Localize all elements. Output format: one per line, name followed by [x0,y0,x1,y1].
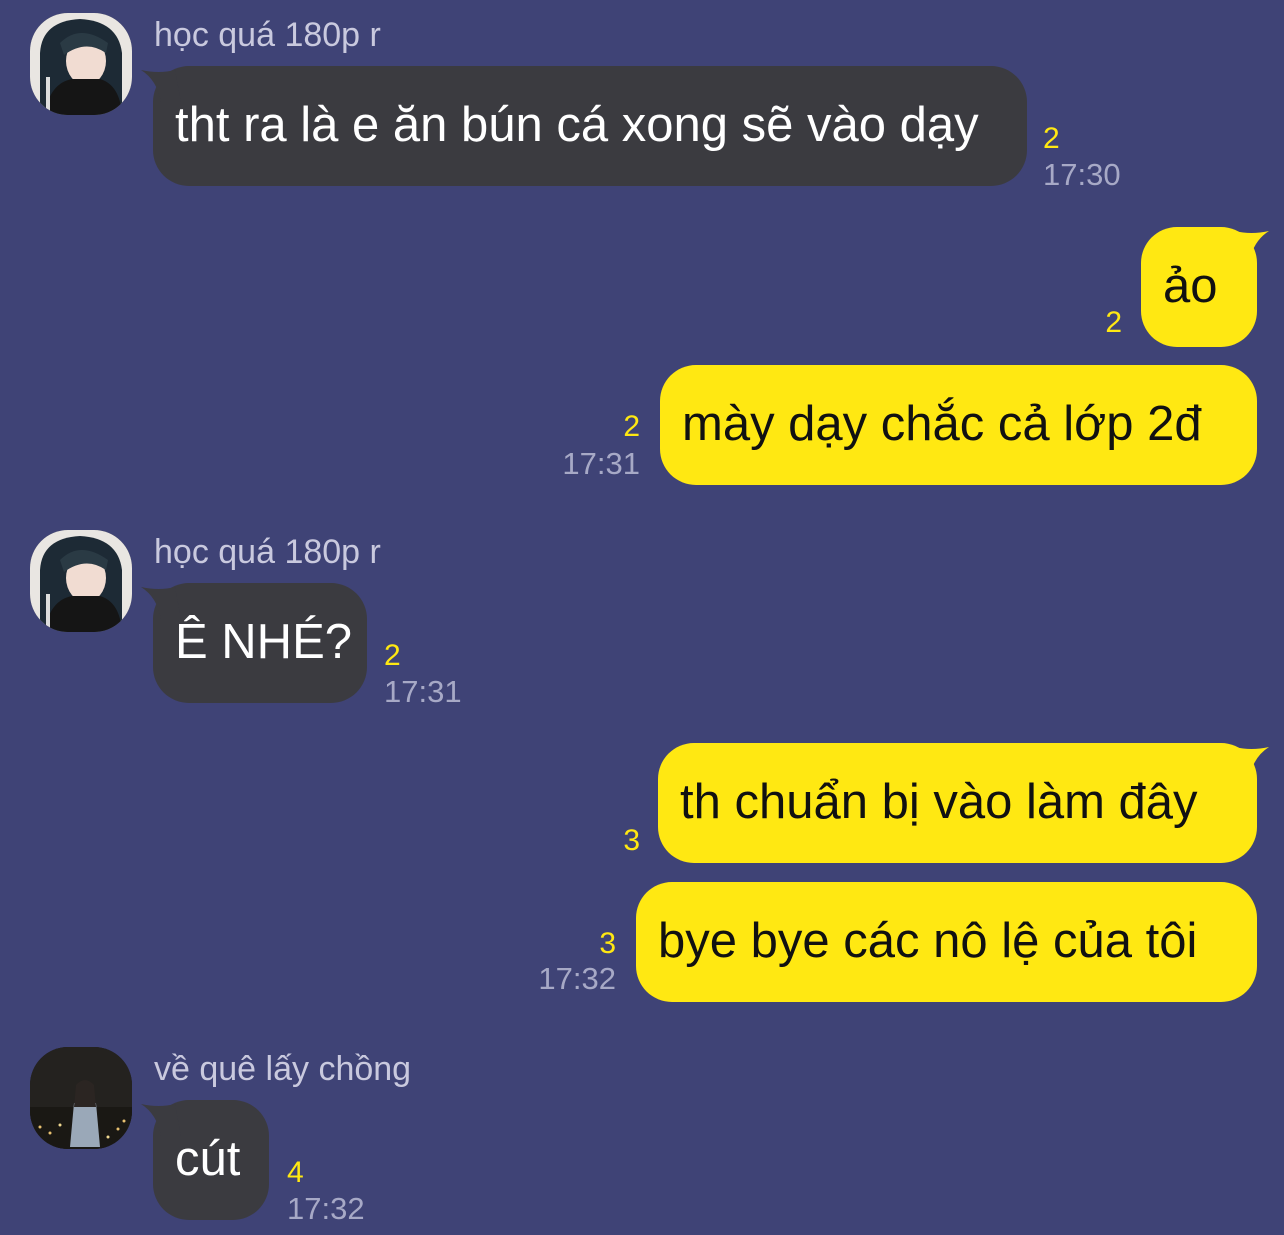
avatar-girl-icon [30,13,132,115]
avatar[interactable] [30,13,132,115]
timestamp: 17:32 [538,961,616,996]
message-text: Ê NHÉ? [175,615,353,669]
avatar[interactable] [30,1047,132,1149]
message-bubble[interactable]: mày dạy chắc cả lớp 2đ [660,365,1257,485]
timestamp: 17:30 [1043,157,1121,192]
timestamp: 17:32 [287,1191,365,1226]
message-text: cút [175,1132,241,1186]
message-bubble[interactable]: tht ra là e ăn bún cá xong sẽ vào dạy [141,66,1027,186]
avatar-girl-icon [30,530,132,632]
message-bubble[interactable]: th chuẩn bị vào làm đây [658,743,1269,863]
bubble-tail [141,70,181,102]
timestamp: 17:31 [562,446,640,481]
message-text: ảo [1163,259,1218,313]
unread-count: 3 [623,824,640,857]
unread-count: 2 [623,410,640,443]
sender-name: học quá 180p r [154,533,381,571]
message-bubble[interactable]: cút [141,1100,269,1220]
timestamp: 17:31 [384,674,462,709]
avatar[interactable] [30,530,132,632]
unread-count: 3 [599,927,616,960]
message-text: bye bye các nô lệ của tôi [658,914,1198,968]
avatar-city-night-icon [30,1047,132,1149]
unread-count: 2 [1105,306,1122,339]
unread-count: 2 [1043,122,1060,155]
sender-name: về quê lấy chồng [154,1050,412,1088]
unread-count: 4 [287,1156,304,1189]
bubble-tail [1229,231,1269,263]
bubble-tail [1229,747,1269,779]
bubble-tail [141,1104,181,1136]
message-text: mày dạy chắc cả lớp 2đ [682,397,1202,451]
message-bubble[interactable]: Ê NHÉ? [141,583,367,703]
message-text: th chuẩn bị vào làm đây [680,775,1198,829]
message-bubble[interactable]: bye bye các nô lệ của tôi [636,882,1257,1002]
message-bubble[interactable]: ảo [1141,227,1269,347]
message-text: tht ra là e ăn bún cá xong sẽ vào dạy [175,98,979,152]
unread-count: 2 [384,639,401,672]
bubble-tail [141,587,181,619]
sender-name: học quá 180p r [154,16,381,54]
